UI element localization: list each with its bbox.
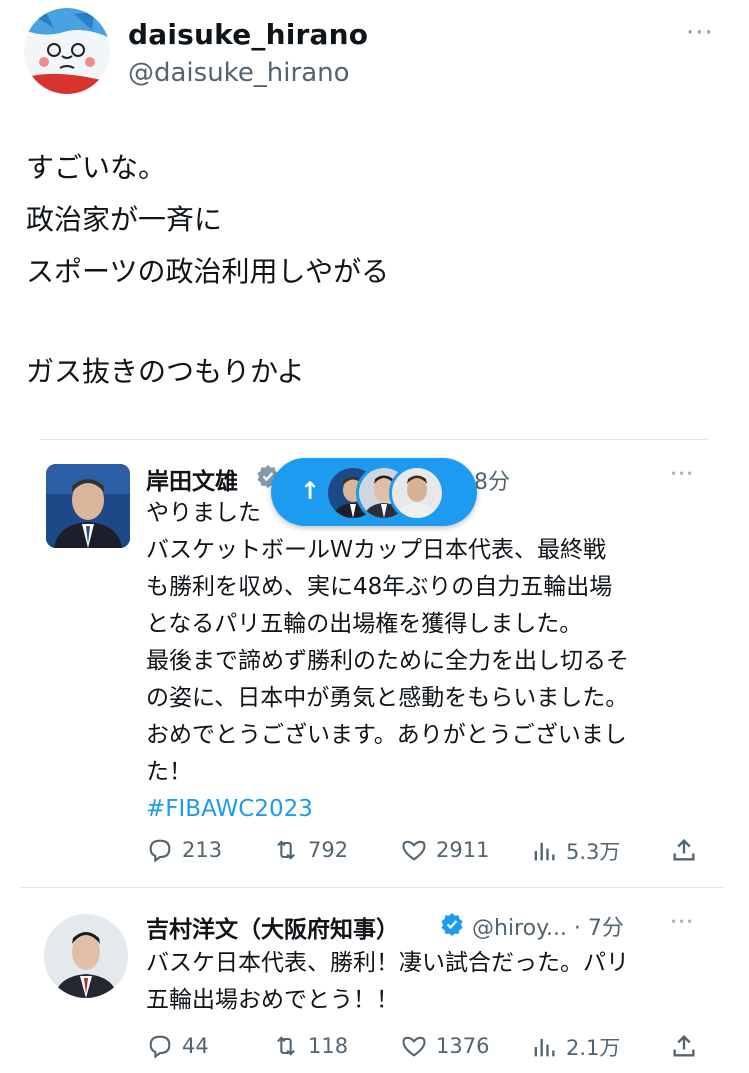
post-text-line: ガス抜きのつもりかよ bbox=[26, 355, 305, 388]
reply-author-name[interactable]: 吉村洋文（大阪府知事） bbox=[146, 910, 399, 944]
reply-text-line: となるパリ五輪の出場権を獲得しました。 bbox=[146, 611, 583, 637]
reply-avatar[interactable] bbox=[46, 464, 130, 548]
reply-text-line: やりました bbox=[146, 500, 261, 526]
person-photo-icon bbox=[44, 914, 128, 998]
post-text-line: 政治家が一斉に bbox=[26, 203, 223, 236]
like-count: 2911 bbox=[436, 838, 490, 862]
reply-count: 44 bbox=[182, 1034, 209, 1058]
reply-text-line: 五輪出場おめでとう！！ bbox=[146, 987, 399, 1013]
person-photo-icon bbox=[392, 468, 442, 518]
views-button[interactable]: 2.1万 bbox=[530, 1032, 620, 1062]
avatar-illustration-icon bbox=[24, 8, 110, 94]
reply-text-line: バスケットボールＷカップ日本代表、最終戦 bbox=[146, 537, 606, 563]
author-handle[interactable]: @daisuke_hirano bbox=[128, 58, 350, 88]
post-text-line: スポーツの政治利用しやがる bbox=[26, 255, 390, 288]
repost-button[interactable]: 118 bbox=[272, 1032, 348, 1060]
more-options-icon[interactable]: ··· bbox=[686, 18, 714, 48]
heart-icon bbox=[402, 840, 426, 861]
reply-bubble-icon bbox=[149, 1035, 171, 1059]
reply-timestamp[interactable]: 8分 bbox=[474, 464, 510, 496]
repost-icon bbox=[277, 1036, 295, 1056]
views-chart-icon bbox=[534, 1038, 555, 1057]
more-options-icon[interactable]: ··· bbox=[670, 462, 694, 487]
person-photo-icon bbox=[46, 464, 130, 548]
views-button[interactable]: 5.3万 bbox=[530, 836, 620, 866]
post-text-line: すごいな。 bbox=[26, 151, 167, 184]
reply-button[interactable]: 213 bbox=[146, 836, 222, 864]
share-icon bbox=[673, 1035, 695, 1057]
pill-avatar bbox=[389, 465, 445, 521]
reply-button[interactable]: 44 bbox=[146, 1032, 209, 1060]
reply-text-line: た！ bbox=[146, 759, 192, 785]
repost-button[interactable]: 792 bbox=[272, 836, 348, 864]
reply-text-line: 最後まで諦めず勝利のために全力を出し切るそ bbox=[146, 648, 629, 674]
reply-count: 213 bbox=[182, 838, 223, 862]
reply-author-name[interactable]: 岸田文雄 bbox=[146, 462, 238, 496]
hashtag-link[interactable]: #FIBAWC2023 bbox=[146, 794, 313, 824]
divider bbox=[40, 439, 709, 440]
repost-count: 118 bbox=[308, 1034, 349, 1058]
like-count: 1376 bbox=[436, 1034, 490, 1058]
share-icon bbox=[673, 839, 695, 861]
reply-text-line: の姿に、日本中が勇気と感動をもらいました。 bbox=[146, 685, 629, 711]
repost-icon bbox=[277, 840, 295, 860]
reply-avatar[interactable] bbox=[44, 914, 128, 998]
like-button[interactable]: 1376 bbox=[400, 1032, 489, 1060]
views-count: 2.1万 bbox=[566, 1036, 621, 1060]
reply-text-line: バスケ日本代表、勝利！凄い試合だった。パリ bbox=[146, 950, 629, 976]
views-count: 5.3万 bbox=[566, 840, 621, 864]
divider bbox=[20, 887, 725, 888]
reply-text-line: おめでとうございます。ありがとうございまし bbox=[146, 722, 627, 748]
heart-icon bbox=[402, 1036, 426, 1057]
like-button[interactable]: 2911 bbox=[400, 836, 489, 864]
author-display-name[interactable]: daisuke_hirano bbox=[128, 18, 368, 51]
more-options-icon[interactable]: ··· bbox=[670, 910, 694, 935]
repost-count: 792 bbox=[308, 838, 349, 862]
arrow-up-icon: ↑ bbox=[300, 477, 321, 505]
reply-handle-time[interactable]: @hiroy... · 7分 bbox=[472, 910, 624, 942]
views-chart-icon bbox=[534, 842, 555, 861]
reply-text-line: も勝利を収め、実に48年ぶりの自力五輪出場 bbox=[146, 574, 613, 600]
share-button[interactable] bbox=[670, 836, 698, 864]
verified-badge-icon bbox=[441, 913, 463, 936]
reply-bubble-icon bbox=[149, 839, 171, 863]
author-avatar[interactable] bbox=[24, 8, 110, 94]
share-button[interactable] bbox=[670, 1032, 698, 1060]
